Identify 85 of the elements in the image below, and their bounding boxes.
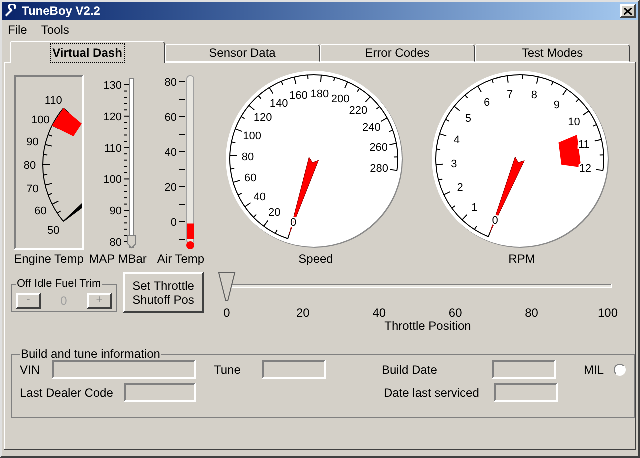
gauge-label: Engine Temp xyxy=(14,251,84,268)
tick-label: 160 xyxy=(290,90,308,102)
tick-label: 9 xyxy=(554,99,560,112)
tick-label: 3 xyxy=(451,158,458,171)
tick-label: 60 xyxy=(164,112,177,124)
tick-label: 80 xyxy=(24,160,36,172)
tick-label: 120 xyxy=(104,111,122,124)
field-label: Tune xyxy=(214,362,242,378)
tab[interactable]: Sensor Data xyxy=(165,44,320,62)
field-label: Last Dealer Code xyxy=(20,384,114,402)
gauge-label: MAP MBar xyxy=(89,251,147,268)
input-field[interactable] xyxy=(262,360,326,379)
close-icon xyxy=(624,8,632,14)
tick-label: 11 xyxy=(578,138,590,151)
input-field[interactable] xyxy=(494,383,558,402)
tick-label: 80 xyxy=(164,77,177,89)
field-label: Build Date xyxy=(382,362,438,378)
tick-label: 20 xyxy=(296,305,310,322)
slider-label: Throttle Position xyxy=(384,318,472,335)
menu-item[interactable]: Tools xyxy=(41,21,70,39)
tick-label: 12 xyxy=(579,163,592,176)
tick-label: 5 xyxy=(465,112,472,125)
tick-label: 110 xyxy=(44,95,62,108)
gauge-label: Speed xyxy=(298,251,334,268)
tab[interactable]: Error Codes xyxy=(320,44,475,62)
set-throttle-button[interactable]: Set Throttle Shutoff Pos xyxy=(123,272,204,313)
tab[interactable]: Virtual Dash xyxy=(10,41,165,63)
tick-label: 40 xyxy=(372,305,386,321)
tick-label: 240 xyxy=(362,122,381,134)
tick-label: 60 xyxy=(448,305,462,321)
slider-thumb[interactable] xyxy=(128,236,136,249)
gauge-label: RPM xyxy=(508,251,536,268)
tick-label: 260 xyxy=(370,142,388,154)
tick-label: 100 xyxy=(598,305,618,322)
tick-label: 0 xyxy=(170,217,177,229)
tick-label: 100 xyxy=(243,130,262,142)
tick-label: 6 xyxy=(484,96,490,109)
tick-label: 10 xyxy=(568,116,580,128)
tick-label: 80 xyxy=(242,151,254,164)
tick-label: 7 xyxy=(507,88,514,101)
input-field[interactable] xyxy=(492,360,556,379)
tick-label: 110 xyxy=(104,142,122,155)
tick-label: 60 xyxy=(244,172,257,184)
tick-label: 120 xyxy=(254,112,272,124)
tick-label: 180 xyxy=(310,88,330,100)
tick-label: 60 xyxy=(34,205,47,218)
tick-label: 40 xyxy=(254,192,266,204)
radio-button[interactable] xyxy=(614,364,626,376)
slider-thumb[interactable] xyxy=(218,272,236,302)
warning-zone-icon xyxy=(52,108,82,137)
tick-label: 20 xyxy=(268,207,281,219)
tick-label: 200 xyxy=(331,94,350,106)
tick-label: 220 xyxy=(349,105,368,118)
menu-item[interactable]: File xyxy=(8,21,28,39)
window-title: TuneBoy V2.2 xyxy=(22,3,102,20)
tick-label: 1 xyxy=(472,202,478,214)
field-label: VIN xyxy=(20,362,42,378)
tick-label: 80 xyxy=(110,237,122,249)
thermometer-bulb-icon xyxy=(186,242,194,250)
tick-label: 80 xyxy=(525,305,538,322)
close-button[interactable] xyxy=(620,4,636,18)
gauge-label: Air Temp xyxy=(157,251,205,268)
tick-label: 90 xyxy=(110,206,122,218)
input-field[interactable] xyxy=(52,360,196,379)
tick-label: 2 xyxy=(457,182,464,194)
wrench-icon xyxy=(4,4,18,18)
tick-label: 20 xyxy=(164,182,177,194)
tick-label: 100 xyxy=(32,114,50,127)
tab[interactable]: Test Modes xyxy=(475,44,630,62)
tick-label: 90 xyxy=(26,136,39,149)
tick-label: 140 xyxy=(270,98,288,110)
field-label: MIL xyxy=(584,362,604,378)
tick-label: 280 xyxy=(370,163,389,176)
tick-label: 40 xyxy=(164,147,177,159)
input-field[interactable] xyxy=(124,383,196,402)
field-label: Date last serviced xyxy=(384,384,480,402)
tick-label: 70 xyxy=(26,183,39,196)
tick-label: 130 xyxy=(104,80,122,92)
tick-label: 100 xyxy=(104,174,122,186)
tick-label: 50 xyxy=(48,224,60,237)
tick-label: 4 xyxy=(454,134,460,146)
group-title: Build and tune information xyxy=(20,348,162,360)
tick-label: 0 xyxy=(224,305,230,322)
tick-label: 8 xyxy=(531,90,538,102)
group-title: Off Idle Fuel Trim xyxy=(16,278,102,290)
